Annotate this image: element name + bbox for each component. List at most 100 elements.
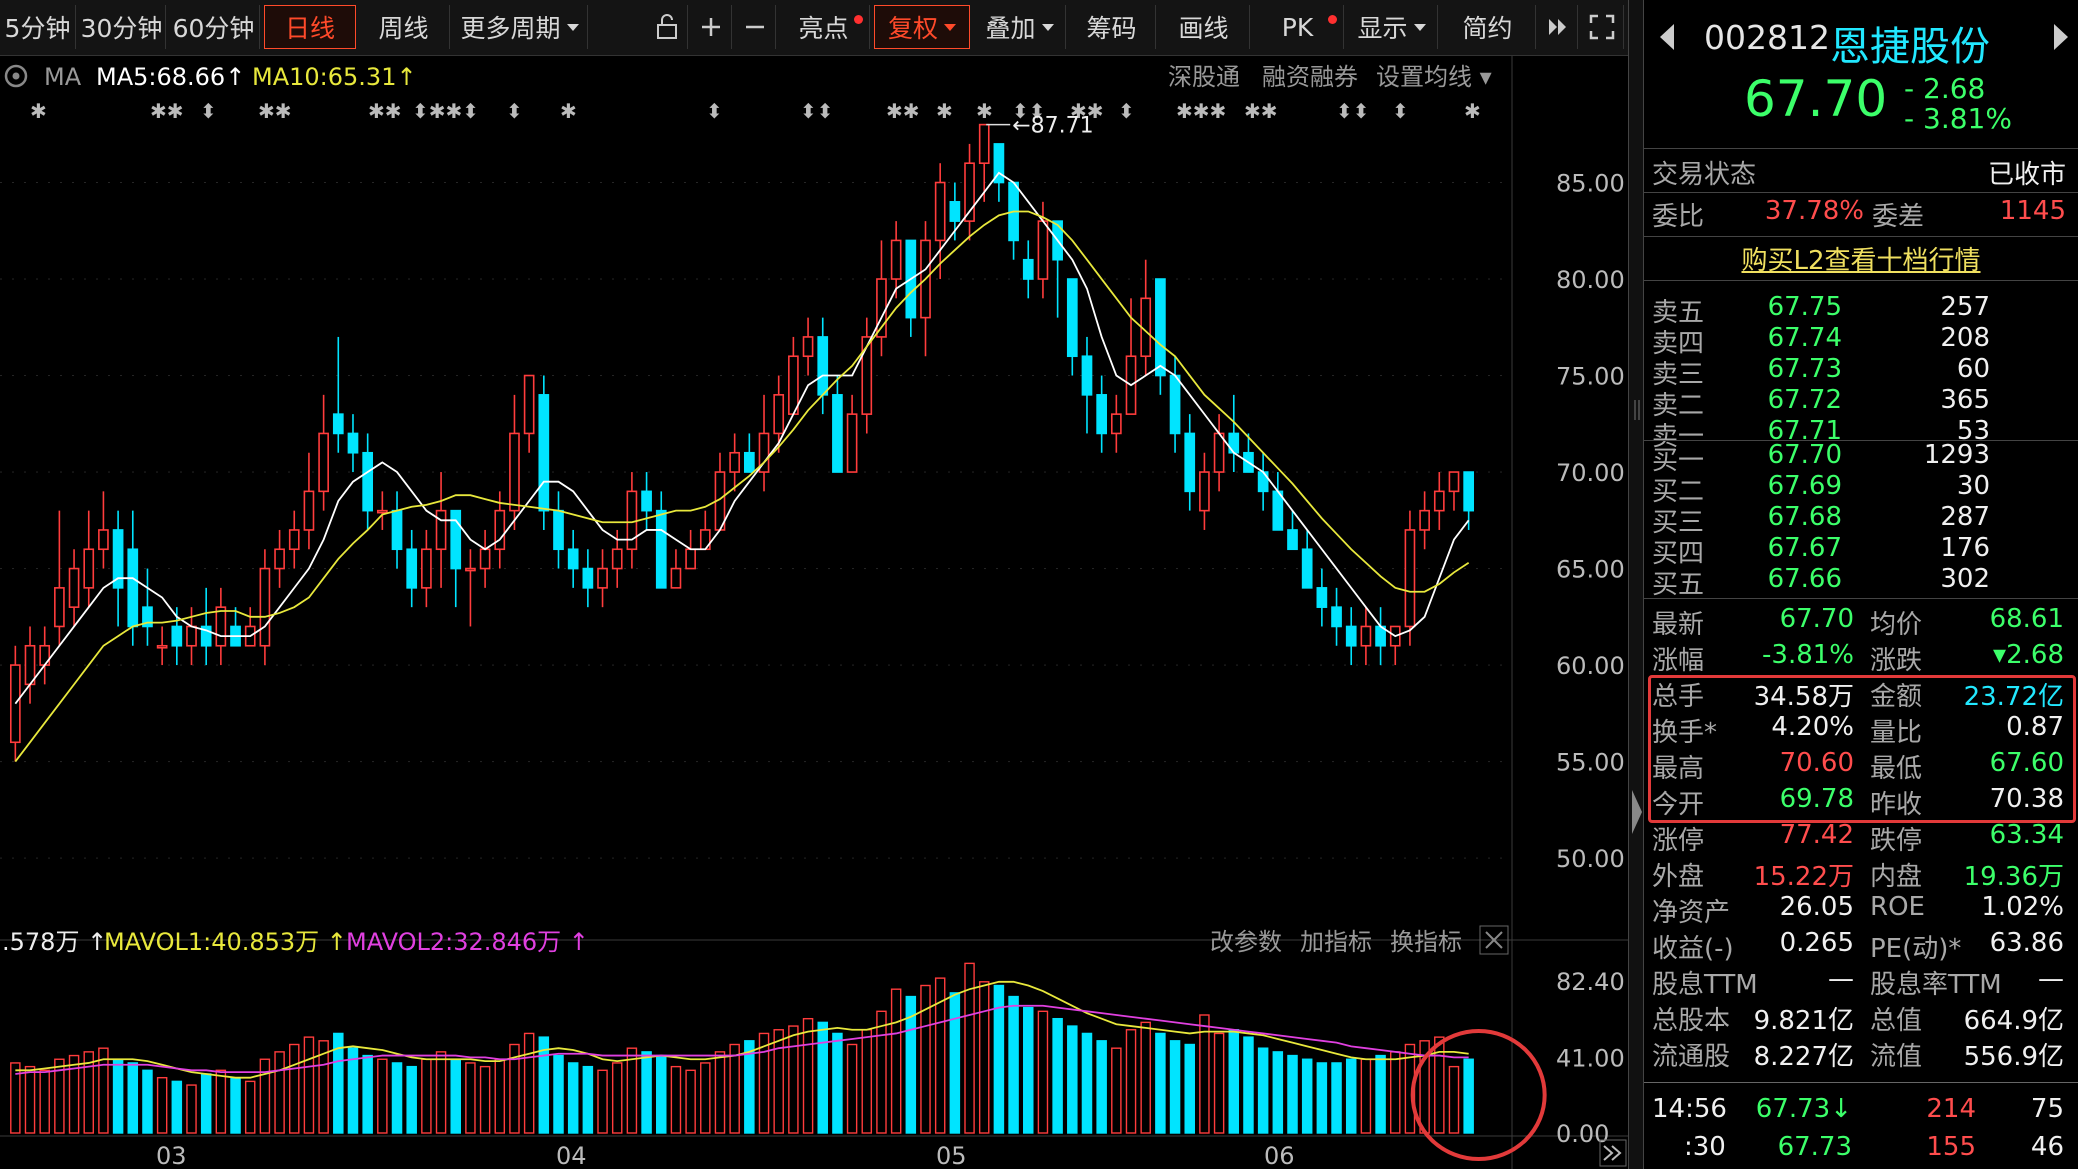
stat-value: 63.34 (1989, 820, 2064, 850)
bid-volume: 30 (1956, 471, 1990, 501)
volume-bar (156, 1076, 168, 1134)
settings-gear-center (12, 72, 20, 80)
tick-volume: 155 (1926, 1132, 1976, 1162)
volume-bar (215, 1069, 227, 1134)
caret-down-icon (1041, 23, 1054, 31)
volume-bar (259, 1058, 271, 1134)
candle-down (1169, 374, 1181, 435)
volume-bar (641, 1051, 652, 1134)
volume-bar (186, 1084, 197, 1134)
panel-splitter[interactable] (1628, 0, 1644, 1169)
volume-bar (729, 1043, 740, 1134)
kline-chart: MA MA5:68.66↑ MA10:65.31↑ 深股通 融资融券 设置均线 ▾✱ ✱✱ ⬍… (0, 56, 1628, 1169)
candle-up (597, 567, 608, 589)
candle-up (215, 606, 227, 647)
volume-bar (714, 1051, 726, 1134)
candle-up (83, 548, 95, 589)
lock-button[interactable] (646, 5, 688, 49)
volume-bar (949, 992, 961, 1134)
zoom-in-button[interactable] (690, 5, 732, 49)
tick-price: 67.73 (1777, 1132, 1852, 1162)
stats-row: 最新 67.70 均价 68.61 (1644, 604, 2078, 640)
event-marker-20: ✱ (1464, 99, 1481, 123)
caret-down-icon (1413, 23, 1426, 31)
candle-down (832, 394, 843, 473)
chips-button[interactable]: 筹码 (1068, 5, 1156, 49)
candle-up (1433, 490, 1445, 512)
volume-bar (421, 1058, 432, 1134)
candle-up (802, 336, 814, 358)
fuquan-button[interactable]: 复权 (874, 5, 970, 49)
price-axis-label: 55.00 (1556, 749, 1625, 777)
volume-bar (1360, 1058, 1372, 1134)
splitter-arrow-icon[interactable] (1629, 0, 1645, 1169)
volume-bar (1375, 1054, 1386, 1134)
volume-bar (890, 988, 902, 1134)
volume-bar (832, 1032, 843, 1134)
stat-label: 内盘 (1870, 862, 1923, 892)
stat-label: PE(动)* (1870, 934, 1962, 964)
highlight-button[interactable]: 亮点 (778, 5, 870, 49)
price-axis-label: 60.00 (1556, 652, 1625, 680)
link-hk-connect: 深股通 (1168, 63, 1240, 91)
candle-down (450, 509, 462, 570)
price-axis-label: 80.00 (1556, 266, 1625, 294)
price-axis-label: 50.00 (1556, 845, 1625, 873)
price-axis-label: 75.00 (1556, 363, 1625, 391)
volume-bar (112, 1058, 124, 1134)
fullscreen-button[interactable] (1580, 5, 1624, 49)
candle-up (376, 509, 388, 514)
caret-down-icon (944, 23, 956, 31)
simple-button-label: 简约 (1462, 14, 1513, 43)
bid-volume: 176 (1940, 533, 1990, 563)
candle-up (1199, 471, 1210, 512)
vol-legend: .578万 ↑ (2, 928, 107, 956)
zoom-out-button[interactable] (734, 5, 776, 49)
price-pane (0, 56, 1512, 926)
candle-up (611, 548, 623, 570)
display-button[interactable]: 显示 (1346, 5, 1438, 49)
candle-up (68, 567, 80, 608)
period-60min[interactable]: 60分钟 (168, 5, 260, 49)
plus-icon (699, 15, 723, 39)
next-stock-icon[interactable] (2052, 22, 2070, 52)
simple-button[interactable]: 简约 (1440, 5, 1536, 49)
draw-button[interactable]: 画线 (1158, 5, 1250, 49)
fast-forward-button[interactable] (1538, 5, 1578, 49)
candle-up (1037, 220, 1049, 280)
overlay-button[interactable]: 叠加 (974, 5, 1066, 49)
period-5min[interactable]: 5分钟 (0, 5, 76, 49)
vol-axis-label: 0.00 (1556, 1120, 1609, 1148)
volume-bar (274, 1051, 285, 1134)
event-marker-5: ⬍✱✱⬍ (412, 99, 479, 123)
stat-label: 跌停 (1870, 826, 1923, 856)
weibi-value: 37.78% (1764, 196, 1864, 226)
period-daily[interactable]: 日线 (264, 5, 356, 49)
quote-panel: 002812 恩捷股份 67.70 - 2.68 - 3.81% 交易状态 已收… (1644, 0, 2078, 1169)
candle-down (1287, 529, 1298, 551)
ask-price: 67.74 (1767, 323, 1842, 353)
volume-bar (1111, 1047, 1122, 1134)
link-ma-settings: 设置均线 ▾ (1376, 63, 1492, 91)
period-weekly[interactable]: 周线 (358, 5, 450, 49)
vol-link-switch: 换指标 (1390, 928, 1462, 956)
volume-bar (230, 1076, 241, 1134)
tick-price: 67.73↓ (1755, 1094, 1852, 1124)
candle-down (641, 490, 652, 512)
stat-label: 涨停 (1652, 826, 1705, 856)
price-change-pct: - 3.81% (1904, 102, 2012, 135)
volume-bar (1316, 1062, 1328, 1134)
fuquan-button-label: 复权 (887, 14, 938, 43)
period-30min[interactable]: 30分钟 (78, 5, 166, 49)
candle-down (1272, 490, 1284, 531)
buy-l2-link[interactable]: 购买L2查看十档行情 (1644, 240, 2078, 277)
candle-up (24, 644, 36, 686)
period-more[interactable]: 更多周期 (452, 5, 588, 49)
bid-price: 67.67 (1767, 533, 1842, 563)
candle-up (773, 394, 785, 435)
ma-title: MA (44, 63, 82, 91)
stat-value: — (1828, 964, 1854, 994)
candle-down (406, 548, 418, 589)
annotation-circle (1410, 1029, 1547, 1161)
pk-button[interactable]: PK (1252, 5, 1344, 49)
